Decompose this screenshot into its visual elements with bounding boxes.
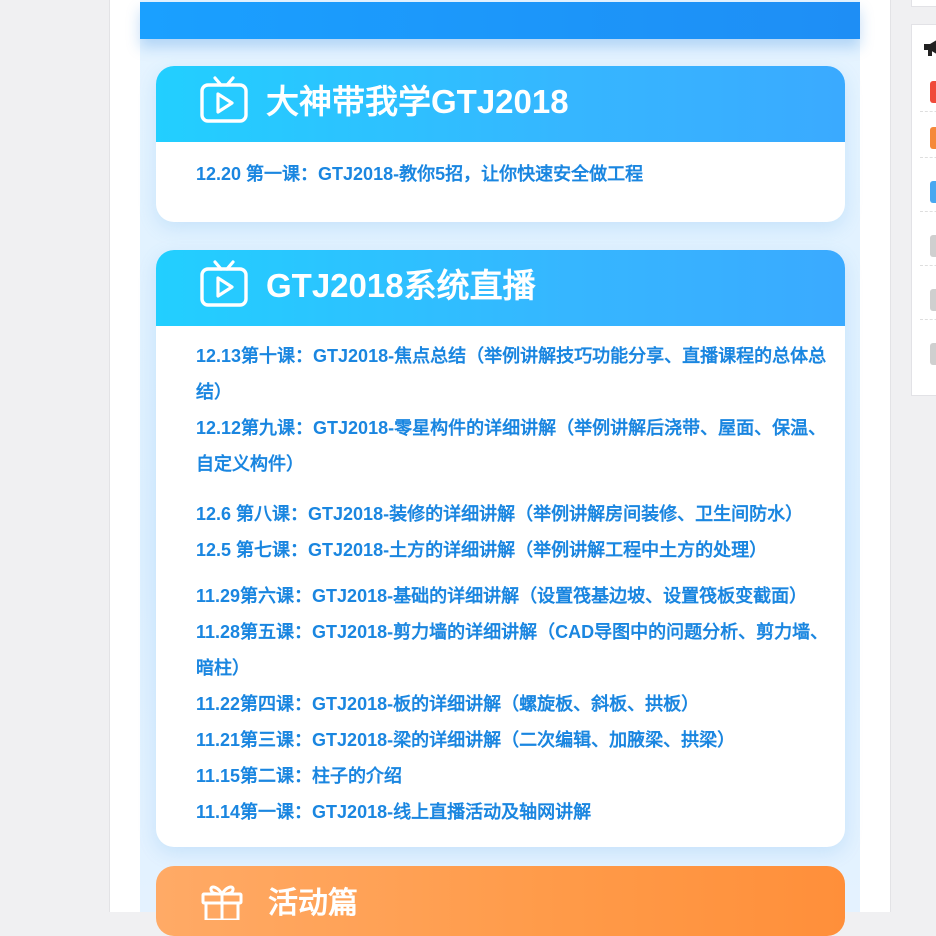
tv-play-icon — [200, 260, 248, 307]
lesson-link[interactable]: 11.28第五课：GTJ2018-剪力墙的详细讲解（CAD导图中的问题分析、剪力… — [196, 614, 833, 686]
side-item-marker — [930, 127, 936, 149]
top-banner-bar — [140, 2, 860, 39]
lesson-list: 12.13第十课：GTJ2018-焦点总结（举例讲解技巧功能分享、直播课程的总体… — [156, 326, 845, 830]
card-title: 活动篇 — [268, 887, 358, 920]
side-item-marker — [930, 81, 936, 103]
lesson-link[interactable]: 12.5 第七课：GTJ2018-土方的详细讲解（举例讲解工程中土方的处理） — [196, 532, 833, 568]
gift-icon — [201, 885, 243, 920]
card-header: GTJ2018系统直播 — [156, 250, 845, 326]
side-item[interactable] — [920, 281, 936, 320]
course-card-live-series: GTJ2018系统直播 12.13第十课：GTJ2018-焦点总结（举例讲解技巧… — [156, 250, 845, 847]
side-item[interactable] — [920, 173, 936, 212]
card-header: 大神带我学GTJ2018 — [156, 66, 845, 142]
lesson-list: 12.20 第一课：GTJ2018-教你5招，让你快速安全做工程 — [156, 142, 845, 192]
side-panel — [911, 24, 936, 396]
lesson-link[interactable]: 11.21第三课：GTJ2018-梁的详细讲解（二次编辑、加腋梁、拱梁） — [196, 722, 833, 758]
side-item-marker — [930, 289, 936, 311]
lesson-link[interactable]: 12.20 第一课：GTJ2018-教你5招，让你快速安全做工程 — [196, 156, 833, 192]
side-item-marker — [930, 181, 936, 203]
card-title: GTJ2018系统直播 — [266, 267, 536, 304]
lesson-link[interactable]: 12.6 第八课：GTJ2018-装修的详细讲解（举例讲解房间装修、卫生间防水） — [196, 496, 833, 532]
card-title: 大神带我学GTJ2018 — [266, 83, 569, 120]
side-item[interactable] — [920, 73, 936, 112]
course-card-masters: 大神带我学GTJ2018 12.20 第一课：GTJ2018-教你5招，让你快速… — [156, 66, 845, 222]
activity-card: 活动篇 — [156, 866, 845, 936]
megaphone-icon[interactable] — [922, 37, 936, 57]
tv-play-icon — [200, 76, 248, 123]
side-item[interactable] — [920, 227, 936, 266]
lesson-link[interactable]: 11.14第一课：GTJ2018-线上直播活动及轴网讲解 — [196, 794, 833, 830]
lesson-link[interactable]: 11.29第六课：GTJ2018-基础的详细讲解（设置筏基边坡、设置筏板变截面） — [196, 578, 833, 614]
side-item-marker — [930, 235, 936, 257]
side-panel-top — [911, 0, 936, 7]
side-item[interactable] — [920, 119, 936, 158]
lesson-link[interactable]: 11.22第四课：GTJ2018-板的详细讲解（螺旋板、斜板、拱板） — [196, 686, 833, 722]
lesson-link[interactable]: 11.15第二课：柱子的介绍 — [196, 758, 833, 794]
side-item-marker — [930, 343, 936, 365]
lesson-link[interactable]: 12.13第十课：GTJ2018-焦点总结（举例讲解技巧功能分享、直播课程的总体… — [196, 338, 833, 410]
lesson-link[interactable]: 12.12第九课：GTJ2018-零星构件的详细讲解（举例讲解后浇带、屋面、保温… — [196, 410, 833, 482]
side-item[interactable] — [920, 335, 936, 373]
